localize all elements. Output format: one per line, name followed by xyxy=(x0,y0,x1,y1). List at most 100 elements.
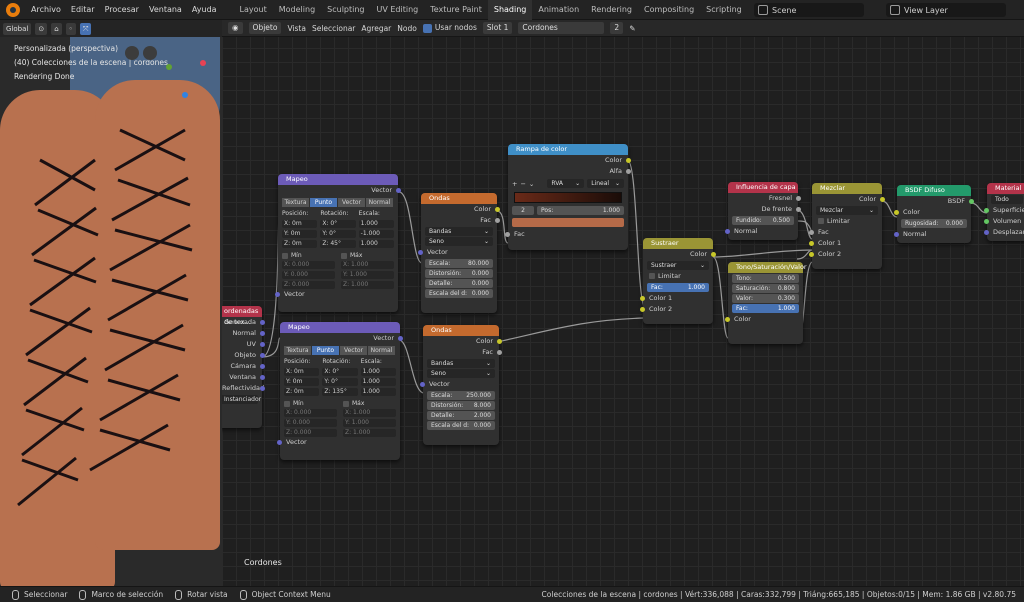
saturation-field[interactable]: Saturación: 0.800 xyxy=(732,284,799,293)
pos-z-field[interactable]: Z: 0m xyxy=(284,388,320,396)
blend-mode-select[interactable]: Mezclar ⌄ xyxy=(816,206,878,215)
blend-mode-select[interactable]: Sustraer ⌄ xyxy=(647,261,709,270)
clamp-toggle[interactable]: Limitar xyxy=(812,216,882,227)
node-header[interactable]: Mezclar xyxy=(812,183,882,194)
3d-viewport[interactable]: Global ⊙ ⌂ ◦ ⤧ Personalizada (perspectiv… xyxy=(0,20,222,586)
tab-sculpting[interactable]: Sculpting xyxy=(321,0,370,20)
gizmo-toggle-icon[interactable]: ⤧ xyxy=(79,22,92,35)
node-mix-subtract[interactable]: Sustraer Color Sustraer ⌄ Limitar Fac: 1.0… xyxy=(640,238,716,324)
rot-z-field[interactable]: Z: 45° xyxy=(320,240,356,248)
tab-texture-paint[interactable]: Texture Paint xyxy=(424,0,488,20)
roughness-field[interactable]: Rugosidad: 0.000 xyxy=(901,219,967,228)
node-diffuse-bsdf[interactable]: BSDF Difuso BSDF Color Rugosidad: 0.000 N… xyxy=(894,185,974,243)
menu-editar[interactable]: Editar xyxy=(66,5,100,14)
node-header[interactable]: Ondas xyxy=(423,325,499,336)
tab-modeling[interactable]: Modeling xyxy=(273,0,321,20)
gizmo-y-icon[interactable] xyxy=(166,64,172,70)
material-select[interactable]: Cordones xyxy=(518,22,605,34)
ramp-menu-icon[interactable]: ⌄ xyxy=(529,180,534,188)
max-x-field[interactable]: X: 1.000 xyxy=(343,409,396,417)
node-color-ramp[interactable]: Rampa de color Color Alfa + − ⌄ RVA ⌄ Lin… xyxy=(505,144,631,250)
wave-type-select[interactable]: Bandas ⌄ xyxy=(425,227,493,236)
rot-y-field[interactable]: Y: 0° xyxy=(320,230,356,238)
rot-x-field[interactable]: X: 0° xyxy=(320,220,356,228)
detail-field[interactable]: Detalle: 2.000 xyxy=(427,411,495,420)
detail-scale-field[interactable]: Escala del d: 0.000 xyxy=(427,421,495,430)
max-y-field[interactable]: Y: 1.000 xyxy=(341,271,394,279)
node-header[interactable]: Mapeo xyxy=(280,322,400,333)
min-toggle[interactable]: Mín xyxy=(282,252,335,259)
max-x-field[interactable]: X: 1.000 xyxy=(341,261,394,269)
tab-normal[interactable]: Normal xyxy=(366,198,393,207)
orientation-select[interactable]: Global xyxy=(3,22,32,35)
zoom-view-icon[interactable] xyxy=(143,46,157,60)
scale-z-field[interactable]: 1.000 xyxy=(358,240,394,248)
rot-x-field[interactable]: X: 0° xyxy=(322,368,358,376)
menu-archivo[interactable]: Archivo xyxy=(26,5,66,14)
editor-type-icon[interactable]: ◉ xyxy=(228,22,243,34)
tab-normal[interactable]: Normal xyxy=(368,346,395,355)
node-header[interactable]: Mapeo xyxy=(278,174,398,185)
node-mapping-2[interactable]: Mapeo Vector Textura Punto Vector Normal… xyxy=(277,322,403,460)
menu-agregar[interactable]: Agregar xyxy=(361,24,391,33)
menu-nodo[interactable]: Nodo xyxy=(397,24,417,33)
pos-z-field[interactable]: Z: 0m xyxy=(282,240,318,248)
tab-uv-editing[interactable]: UV Editing xyxy=(371,0,425,20)
wave-profile-select[interactable]: Seno ⌄ xyxy=(425,237,493,246)
pivot-icon[interactable]: ⊙ xyxy=(35,22,48,35)
tab-punto[interactable]: Punto xyxy=(310,198,337,207)
object-mode-select[interactable]: Objeto xyxy=(248,22,282,34)
max-y-field[interactable]: Y: 1.000 xyxy=(343,419,396,427)
tab-rendering[interactable]: Rendering xyxy=(585,0,638,20)
hue-field[interactable]: Tono: 0.500 xyxy=(732,274,799,283)
min-x-field[interactable]: X: 0.000 xyxy=(282,261,335,269)
ramp-gradient-bar[interactable] xyxy=(514,192,622,203)
node-hue-saturation[interactable]: Tono/Saturación/Valor Tono: 0.500 Saturac… xyxy=(725,262,807,344)
max-toggle[interactable]: Máx xyxy=(341,252,394,259)
pos-x-field[interactable]: X: 0m xyxy=(284,368,320,376)
target-select[interactable]: Todo xyxy=(991,195,1023,204)
node-header[interactable]: Tono/Saturación/Valor xyxy=(728,262,807,273)
use-nodes-toggle[interactable]: Usar nodos xyxy=(422,23,477,33)
gizmo-z-icon[interactable] xyxy=(182,92,188,98)
menu-ayuda[interactable]: Ayuda xyxy=(187,5,222,14)
scale-y-field[interactable]: -1.000 xyxy=(358,230,394,238)
scene-selector[interactable]: Scene xyxy=(754,3,864,17)
stop-position-field[interactable]: Pos: 1.000 xyxy=(537,206,624,215)
node-header[interactable]: Ondas xyxy=(421,193,497,204)
node-mix-shader[interactable]: Mezclar Color Mezclar ⌄ Limitar Fac Color… xyxy=(809,183,885,269)
node-layer-weight[interactable]: Influencia de capa Fresnel De frente Fun… xyxy=(725,182,801,240)
wave-type-select[interactable]: Bandas ⌄ xyxy=(427,359,495,368)
value-field[interactable]: Valor: 0.300 xyxy=(732,294,799,303)
tab-layout[interactable]: Layout xyxy=(234,0,273,20)
menu-seleccionar[interactable]: Seleccionar xyxy=(312,24,355,33)
stop-index-field[interactable]: 2 xyxy=(512,206,534,215)
add-stop-icon[interactable]: + xyxy=(512,180,517,188)
menu-ventana[interactable]: Ventana xyxy=(144,5,187,14)
scale-x-field[interactable]: 1.000 xyxy=(358,220,394,228)
node-header[interactable]: Influencia de capa xyxy=(728,182,798,193)
tab-animation[interactable]: Animation xyxy=(532,0,585,20)
node-mapping-1[interactable]: Mapeo Vector Textura Punto Vector Normal… xyxy=(275,174,401,312)
shader-editor[interactable]: ◉ Objeto Vista Seleccionar Agregar Nodo … xyxy=(222,20,1024,586)
node-wave-texture-1[interactable]: Ondas Color Fac Bandas ⌄ Seno ⌄ Vector Esc… xyxy=(418,193,500,313)
min-x-field[interactable]: X: 0.000 xyxy=(284,409,337,417)
stop-color-swatch[interactable] xyxy=(512,218,624,227)
menu-procesar[interactable]: Procesar xyxy=(100,5,144,14)
menu-vista[interactable]: Vista xyxy=(287,24,306,33)
pin-icon[interactable]: ✎ xyxy=(629,24,635,33)
scale-z-field[interactable]: 1.000 xyxy=(360,388,396,396)
pos-x-field[interactable]: X: 0m xyxy=(282,220,318,228)
tab-shading[interactable]: Shading xyxy=(487,0,533,20)
clamp-toggle[interactable]: Limitar xyxy=(643,271,713,282)
tab-textura[interactable]: Textura xyxy=(284,346,311,355)
min-z-field[interactable]: Z: 0.000 xyxy=(282,281,335,289)
snap-icon[interactable]: ⌂ xyxy=(51,22,62,35)
scale-field[interactable]: Escala: 250.000 xyxy=(427,391,495,400)
node-header[interactable]: ordenadas de tex... xyxy=(222,306,262,326)
interpolation-select[interactable]: Lineal ⌄ xyxy=(587,179,625,188)
tab-compositing[interactable]: Compositing xyxy=(638,0,700,20)
pos-y-field[interactable]: Y: 0m xyxy=(282,230,318,238)
node-header[interactable]: BSDF Difuso xyxy=(897,185,971,196)
tab-textura[interactable]: Textura xyxy=(282,198,309,207)
